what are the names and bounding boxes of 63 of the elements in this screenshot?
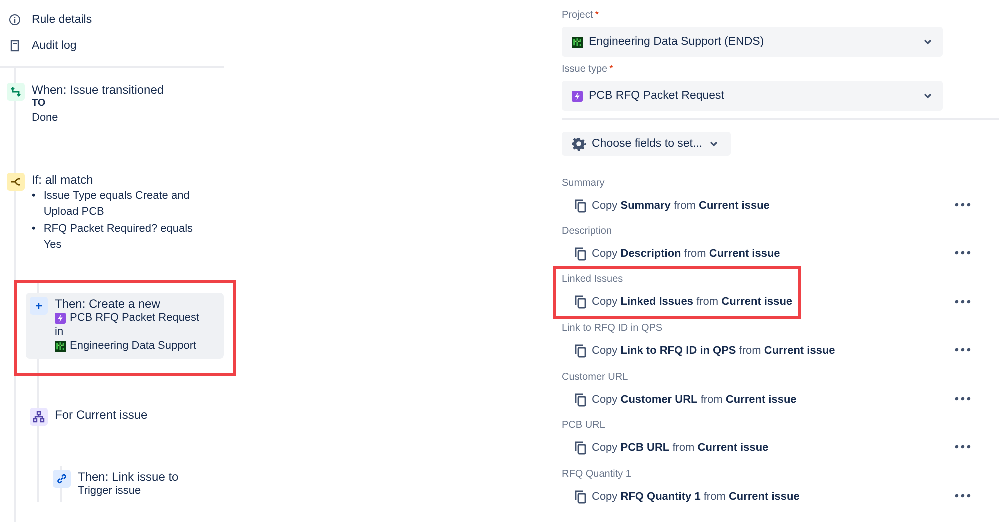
copy-rule-text: Copy Link to RFQ ID in QPS from Current issue [592, 345, 836, 357]
copy-icon [574, 198, 587, 212]
step-detail: Done [32, 111, 60, 125]
copy-rule-text: Copy Description from Current issue [592, 248, 780, 260]
project-select[interactable]: Engineering Data Support (ENDS) [562, 27, 943, 57]
hierarchy-icon [30, 408, 48, 426]
lightning-icon [55, 312, 66, 324]
copy-icon [574, 441, 587, 455]
sidebar-item[interactable]: Audit log [0, 33, 224, 59]
copy-icon [574, 294, 587, 308]
field-label: PCB URL [562, 420, 606, 433]
field-label: RFQ Quantity 1 [562, 468, 632, 482]
step-detail: Trigger issue [78, 484, 142, 498]
document-icon [9, 40, 21, 52]
project-avatar-icon [572, 36, 583, 48]
step-card[interactable]: For Current issue [26, 404, 224, 430]
bullet-mark: • [32, 189, 36, 204]
field-label: Issue type * [562, 64, 614, 77]
step-card[interactable]: When: Issue transitioned TO Done [3, 79, 201, 129]
plus-icon [30, 297, 48, 315]
field-label: Customer URL [562, 372, 630, 384]
transition-icon [7, 83, 25, 101]
project-name: Engineering Data Support [70, 339, 197, 353]
step-card[interactable]: Then: Link issue to Trigger issue [49, 466, 247, 502]
step-title: If: all match [32, 173, 94, 187]
step-detail: in [55, 325, 65, 339]
choose-fields-button[interactable]: Choose fields to set... [562, 132, 731, 156]
project-avatar-icon [55, 340, 66, 352]
link-icon [53, 470, 71, 488]
bullet-mark: • [32, 222, 36, 237]
copy-rule-text: Copy Linked Issues from Current issue [592, 296, 793, 308]
condition-item: Issue Type equals Create and Upload PCB [44, 189, 191, 220]
branch-icon [7, 173, 25, 191]
field-label: Project * [562, 10, 600, 23]
step-title: Then: Link issue to [78, 470, 179, 484]
copy-rule-text: Copy RFQ Quantity 1 from Current issue [592, 490, 800, 502]
copy-rule-text: Copy Summary from Current issue [592, 200, 770, 212]
chevron-down-icon [923, 91, 933, 101]
step-title: Then: Create a new [55, 297, 162, 311]
settings-icon [572, 137, 586, 151]
sidebar-item[interactable]: Rule details [0, 7, 224, 33]
copy-rule-text: Copy PCB URL from Current issue [592, 442, 769, 454]
step-title: For Current issue [55, 408, 148, 422]
copy-icon [574, 247, 587, 261]
field-label: Linked Issues [562, 274, 624, 286]
condition-item: RFQ Packet Required? equals Yes [44, 222, 194, 253]
chevron-down-icon [708, 139, 719, 149]
field-label: Description [562, 226, 614, 239]
step-title: When: Issue transitioned [32, 83, 164, 97]
issue-type-name: PCB RFQ Packet Request [70, 311, 200, 325]
lightning-icon [572, 90, 583, 102]
info-icon [9, 14, 21, 26]
copy-icon [574, 392, 587, 406]
copy-icon [574, 490, 587, 504]
selected-step-card[interactable]: Then: Create a new PCB RFQ Packet Request in Engineering Data Support [26, 293, 224, 359]
step-card[interactable]: If: all match • Issue Type equals Create and Upload PCB • RFQ Packet Required? equals Yes [3, 169, 201, 258]
copy-rule-text: Copy Customer URL from Current issue [592, 394, 797, 406]
chevron-down-icon [923, 37, 933, 47]
issue-type-select[interactable]: PCB RFQ Packet Request [562, 81, 943, 111]
field-label: Link to RFQ ID in QPS [562, 323, 664, 336]
step-keyword: TO [32, 97, 47, 111]
copy-icon [574, 344, 587, 358]
field-label: Summary [562, 178, 606, 190]
